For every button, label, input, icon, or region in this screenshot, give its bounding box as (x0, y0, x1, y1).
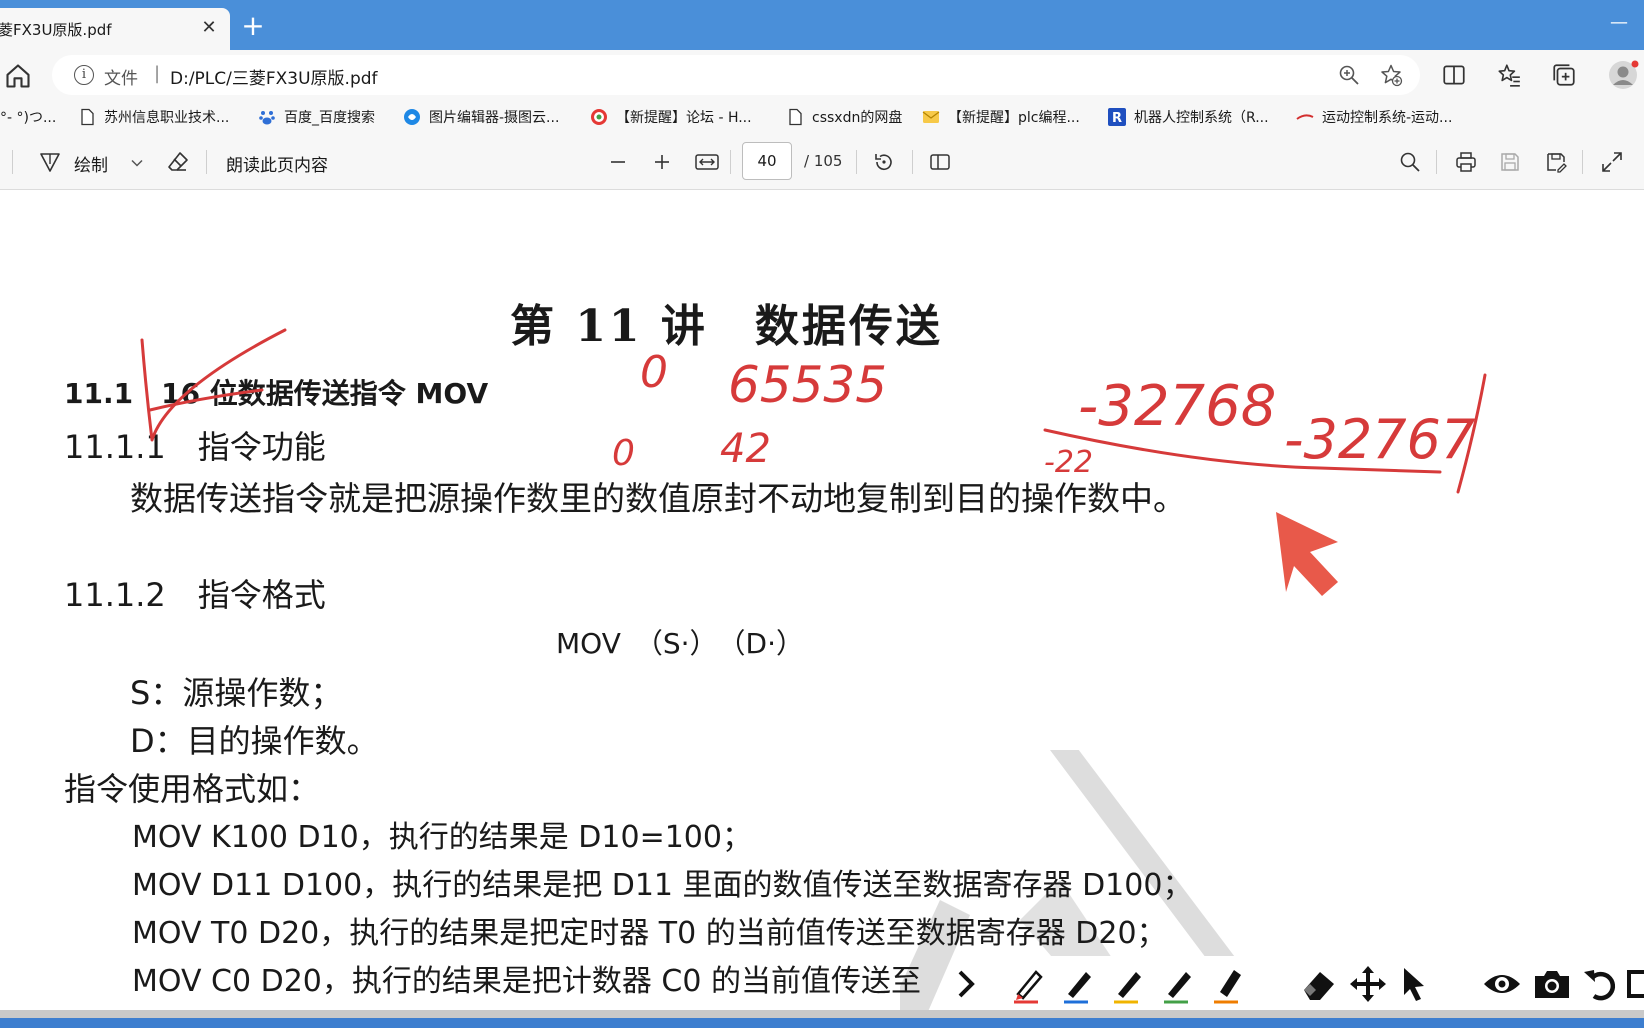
collections-icon[interactable] (1551, 62, 1577, 88)
draw-icon[interactable] (38, 150, 62, 174)
ink-strike (148, 388, 264, 412)
fullscreen-icon[interactable] (1600, 150, 1624, 174)
annotation-toolbar (952, 956, 1644, 1012)
undo-icon[interactable] (1582, 966, 1620, 1002)
file-scheme-label: 文件 (104, 69, 138, 89)
r-icon: R (1108, 108, 1126, 126)
new-tab-button[interactable]: + (238, 12, 268, 42)
page-total: / 105 (804, 152, 843, 170)
baidu-icon (259, 111, 275, 125)
eye-icon[interactable] (1482, 966, 1522, 1002)
toolbar-divider (912, 150, 913, 174)
window-icon[interactable] (1626, 966, 1644, 1002)
page-number-input[interactable]: 40 (742, 142, 792, 180)
bookmark-item[interactable]: 【新提醒】论坛 - H... (590, 106, 752, 128)
ink-number: -32768 (1078, 374, 1276, 439)
pdf-page: 第 11 讲 数据传送 11.1 16 位数据传送指令 MOV 11.1.1 指… (0, 190, 1644, 1020)
ink-number: 42 (720, 426, 771, 472)
move-icon[interactable] (1348, 964, 1388, 1004)
tab-strip: 菱FX3U原版.pdf ✕ + — (0, 0, 1644, 50)
search-icon[interactable] (1398, 150, 1422, 174)
minimize-button[interactable]: — (1610, 12, 1640, 33)
page-view-icon[interactable] (928, 150, 952, 174)
highlighter-icon[interactable] (1208, 964, 1248, 1004)
bookmark-item[interactable]: R 机器人控制系统（R... (1108, 106, 1269, 128)
zoom-in-icon[interactable] (650, 150, 674, 174)
zoom-out-icon[interactable] (606, 150, 630, 174)
bookmark-item[interactable]: 图片编辑器-摄图云... (403, 106, 559, 128)
url-text[interactable]: D:/PLC/三菱FX3U原版.pdf (170, 64, 378, 89)
toolbar-divider (206, 150, 207, 174)
fit-width-icon[interactable] (694, 150, 720, 174)
address-separator: | (154, 63, 161, 84)
select-pointer-icon[interactable] (1396, 964, 1432, 1004)
ink-number: 65535 (728, 356, 887, 414)
ink-annotations: 0 65535 0 42 -32768 -32767 -22 (140, 328, 1487, 596)
forum-icon (591, 109, 607, 125)
ink-number: 0 (612, 433, 635, 474)
bookmark-label: 【新提醒】plc编程... (948, 110, 1080, 126)
zoom-icon[interactable] (1337, 63, 1361, 87)
bookmark-item[interactable]: 百度_百度搜索 (258, 106, 375, 128)
print-icon[interactable] (1454, 150, 1478, 174)
ink-number: -22 (1044, 445, 1093, 480)
bookmark-label: 百度_百度搜索 (284, 110, 375, 126)
green-pen-icon[interactable] (1158, 964, 1198, 1004)
brand-icon (1296, 114, 1314, 120)
pointer-cursor-icon (1276, 512, 1338, 596)
eraser-tool-icon[interactable] (1298, 964, 1338, 1004)
yellow-pen-icon[interactable] (1108, 964, 1148, 1004)
bookmark-label: °- °)つ... (0, 110, 57, 126)
ink-checkmark (140, 328, 287, 442)
profile-avatar-icon[interactable] (1606, 58, 1640, 92)
ink-number: -32767 (1284, 408, 1475, 471)
read-aloud-button[interactable]: 朗读此页内容 (226, 151, 328, 176)
collapse-chevron-icon[interactable] (952, 966, 982, 1002)
home-icon[interactable] (4, 62, 32, 90)
bookmark-item[interactable]: cssxdn的网盘 (786, 106, 902, 128)
navigation-bar: i 文件 | D:/PLC/三菱FX3U原版.pdf (0, 50, 1644, 100)
pdf-toolbar: 绘制 朗读此页内容 40 / 105 (0, 134, 1644, 190)
blue-pen-icon[interactable] (1058, 964, 1098, 1004)
ink-number: 0 (640, 347, 668, 398)
bookmark-label: 图片编辑器-摄图云... (429, 110, 560, 126)
bookmark-label: 运动控制系统-运动... (1322, 110, 1453, 126)
toolbar-divider (1436, 150, 1437, 174)
editor-icon (404, 109, 420, 125)
bookmarks-bar: °- °)つ... 苏州信息职业技术... 百度_百度搜索 图片编辑器-摄图云.… (0, 100, 1644, 134)
bookmark-label: 苏州信息职业技术... (104, 110, 230, 126)
add-favorite-icon[interactable] (1379, 63, 1403, 87)
favorites-icon[interactable] (1496, 62, 1522, 88)
tab-title: 菱FX3U原版.pdf (0, 20, 112, 39)
rotate-icon[interactable] (872, 150, 896, 174)
info-icon[interactable]: i (74, 65, 94, 85)
bookmark-item[interactable]: 运动控制系统-运动... (1296, 106, 1452, 128)
tab-close-button[interactable]: ✕ (200, 19, 218, 37)
page-icon (81, 108, 94, 126)
bookmark-item[interactable]: 【新提醒】plc编程... (922, 106, 1080, 128)
bookmark-label: cssxdn的网盘 (812, 110, 903, 126)
address-bar[interactable]: i 文件 | D:/PLC/三菱FX3U原版.pdf (52, 55, 1420, 95)
red-pen-icon[interactable] (1008, 964, 1048, 1004)
camera-icon[interactable] (1532, 966, 1572, 1002)
page-icon (789, 108, 802, 126)
browser-tab[interactable]: 菱FX3U原版.pdf ✕ (0, 8, 230, 50)
svg-text:R: R (1112, 111, 1122, 126)
mail-icon (922, 111, 940, 123)
save-as-icon[interactable] (1544, 150, 1568, 174)
toolbar-divider (12, 150, 13, 174)
chevron-down-icon[interactable] (130, 156, 144, 170)
draw-label[interactable]: 绘制 (74, 151, 108, 176)
bookmark-label: 机器人控制系统（R... (1134, 110, 1269, 126)
bookmark-label: 【新提醒】论坛 - H... (616, 110, 752, 126)
split-screen-icon[interactable] (1441, 62, 1467, 88)
taskbar-edge (0, 1018, 1644, 1028)
toolbar-divider (856, 150, 857, 174)
toolbar-divider (730, 150, 731, 174)
save-icon (1501, 153, 1519, 171)
bookmark-item[interactable]: 苏州信息职业技术... (78, 106, 229, 128)
eraser-icon[interactable] (166, 150, 190, 174)
bookmark-item[interactable]: °- °)つ... (0, 106, 56, 128)
toolbar-divider (1582, 150, 1583, 174)
